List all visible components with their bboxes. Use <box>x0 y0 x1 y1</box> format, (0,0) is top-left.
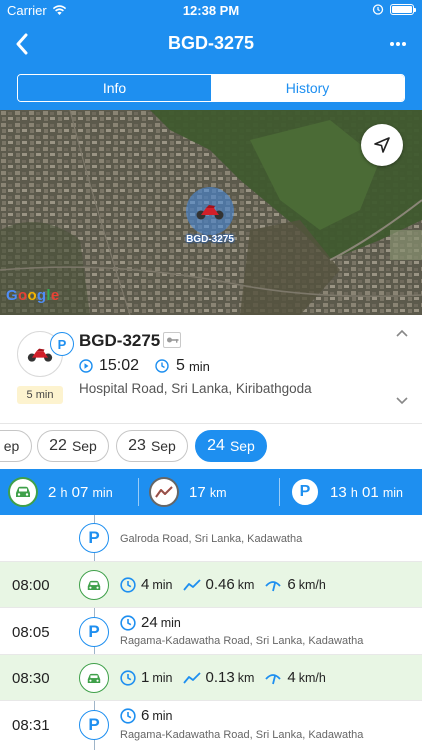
summary-park-time: P 13 h 01 min <box>290 469 403 515</box>
timeline-row-drive[interactable]: 08:00 4 min 0.46 km 6 km/h <box>0 562 422 608</box>
trend-line-icon <box>149 477 179 507</box>
status-time: 12:38 PM <box>182 3 240 18</box>
park-address: Ragama-Kadawatha Road, Sri Lanka, Kadawa… <box>120 729 364 741</box>
parking-icon: P <box>79 523 109 553</box>
drive-distance: 0.46 <box>205 576 235 593</box>
app-header: Carrier 12:38 PM BGD-3275 Info History <box>0 0 422 110</box>
status-bar: Carrier 12:38 PM <box>0 0 422 22</box>
key-icon <box>163 332 181 348</box>
vehicle-plate: BGD-3275 <box>79 331 161 350</box>
timeline-row-park[interactable]: P Galroda Road, Sri Lanka, Kadawatha <box>0 515 422 562</box>
parking-icon: P <box>79 710 109 740</box>
row-time: 08:00 <box>12 577 50 594</box>
vehicle-address: Hospital Road, Sri Lanka, Kiribathgoda <box>79 381 312 396</box>
summary-divider <box>279 478 280 506</box>
timeline-row-park[interactable]: 08:05 P 24 min Ragama-Kadawatha Road, Sri… <box>0 608 422 655</box>
vehicle-times: 15:02 5 min <box>79 357 210 375</box>
date-pill-selected[interactable]: 24 Sep <box>195 430 267 462</box>
vehicle-duration-unit: min <box>188 358 210 374</box>
drive-distance: 0.13 <box>205 669 235 686</box>
vehicle-duration: 5 <box>176 357 185 374</box>
vehicle-info-card: P 5 min BGD-3275 15:02 5 min Hospital Ro… <box>0 315 422 423</box>
date-selector: ep 22 Sep 23 Sep 24 Sep <box>0 423 422 467</box>
parked-duration-chip: 5 min <box>17 386 63 404</box>
vehicle-time: 15:02 <box>99 357 140 374</box>
alarm-icon <box>372 4 384 15</box>
row-time: 08:30 <box>12 670 50 687</box>
page-title: BGD-3275 <box>167 33 255 53</box>
back-button[interactable] <box>6 28 38 60</box>
drive-speed: 4 <box>287 669 296 686</box>
park-duration: 24 <box>141 614 158 631</box>
timeline-row-drive[interactable]: 08:30 1 min 0.13 km 4 km/h <box>0 655 422 701</box>
parking-icon: P <box>290 477 320 507</box>
locate-button[interactable] <box>361 124 403 166</box>
vehicle-marker[interactable] <box>186 187 234 235</box>
clock-icon <box>120 576 136 593</box>
clock-icon <box>120 669 136 686</box>
row-time: 08:05 <box>12 624 50 641</box>
car-icon <box>79 663 109 693</box>
parking-icon: P <box>79 617 109 647</box>
google-logo: Google <box>6 287 60 304</box>
date-pill[interactable]: 22 Sep <box>37 430 109 462</box>
clock-icon <box>155 359 169 373</box>
speedometer-icon <box>265 580 282 591</box>
status-right <box>372 3 416 15</box>
tab-info[interactable]: Info <box>18 75 211 101</box>
tab-history[interactable]: History <box>211 75 404 101</box>
car-icon <box>79 570 109 600</box>
more-button[interactable] <box>384 31 412 57</box>
play-circle-icon <box>79 359 93 373</box>
timeline-row-park[interactable]: 08:31 P 6 min Ragama-Kadawatha Road, Sri … <box>0 701 422 750</box>
marker-label: BGD-3275 <box>186 234 234 245</box>
navigation-arrow-icon <box>374 137 390 153</box>
daily-summary: 2 h 07 min 17 km P 13 h 01 min <box>0 469 422 515</box>
history-timeline: P Galroda Road, Sri Lanka, Kadawatha 08:… <box>0 515 422 750</box>
row-time: 08:31 <box>12 717 50 734</box>
drive-speed: 6 <box>287 576 296 593</box>
car-icon <box>8 477 38 507</box>
park-address: Ragama-Kadawatha Road, Sri Lanka, Kadawa… <box>120 635 364 647</box>
parking-icon: P <box>50 332 74 356</box>
chevron-down-icon[interactable] <box>396 397 408 405</box>
clock-icon <box>120 707 136 724</box>
chevron-left-icon <box>16 33 28 55</box>
chevron-up-icon[interactable] <box>396 329 408 337</box>
park-address: Galroda Road, Sri Lanka, Kadawatha <box>120 533 303 545</box>
summary-distance: 17 km <box>149 469 227 515</box>
tab-switcher: Info History <box>17 74 405 102</box>
summary-divider <box>138 478 139 506</box>
summary-drive-time: 2 h 07 min <box>8 469 113 515</box>
trend-line-icon <box>182 671 201 684</box>
battery-icon <box>390 3 416 15</box>
motorcycle-icon <box>196 205 224 220</box>
nav-bar: BGD-3275 <box>0 22 422 66</box>
trend-line-icon <box>182 578 201 591</box>
park-duration: 6 <box>141 707 150 724</box>
map-view[interactable]: BGD-3275 Google <box>0 110 422 315</box>
date-pill[interactable]: 23 Sep <box>116 430 188 462</box>
more-icon <box>390 42 394 46</box>
clock-icon <box>120 614 136 631</box>
drive-duration: 1 <box>141 669 150 686</box>
speedometer-icon <box>265 673 282 684</box>
drive-duration: 4 <box>141 576 150 593</box>
date-pill[interactable]: ep <box>0 430 32 462</box>
